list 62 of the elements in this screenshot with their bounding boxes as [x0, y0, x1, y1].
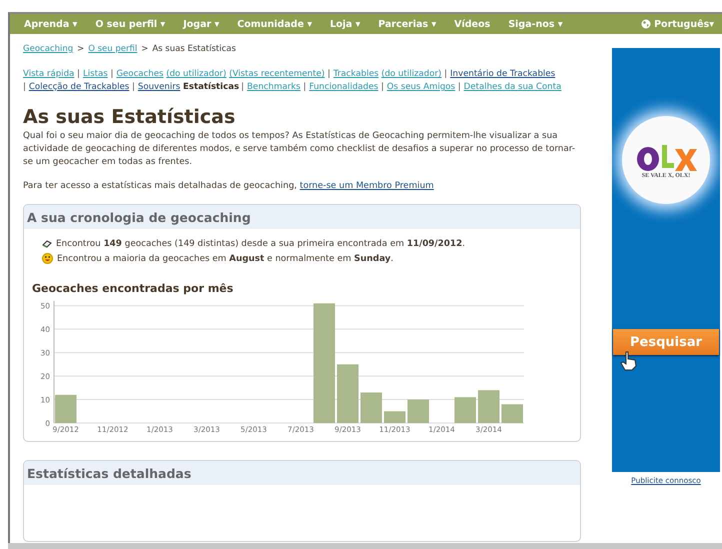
panel-heading: Estatísticas detalhadas	[24, 461, 580, 485]
bar	[478, 390, 500, 423]
nav-menu-item[interactable]: Aprenda ▾	[24, 18, 78, 30]
bar	[360, 392, 382, 423]
link-separator: |	[327, 69, 330, 79]
link-separator: |	[132, 82, 135, 92]
link-separator: |	[444, 69, 448, 79]
smiley-icon	[42, 253, 53, 264]
nav-menu-item[interactable]: Loja ▾	[330, 18, 360, 30]
search-ad-button[interactable]: Pesquisar	[613, 329, 719, 355]
profile-link[interactable]: Funcionalidades	[309, 82, 378, 92]
profile-link[interactable]: Trackables	[333, 69, 379, 79]
breadcrumb-link[interactable]: Geocaching	[23, 44, 74, 54]
language-menu[interactable]: Português▾	[641, 18, 714, 30]
profile-link[interactable]: Listas	[82, 69, 108, 79]
nav-menu-item[interactable]: Siga-nos ▾	[508, 18, 563, 30]
profile-link[interactable]: Colecção de Trackables	[28, 82, 130, 92]
profile-link[interactable]: Detalhes da sua Conta	[464, 82, 562, 92]
horizontal-scrollbar[interactable]	[8, 543, 722, 549]
profile-link[interactable]: (do utilizador)	[381, 69, 442, 79]
current-page-label: Estatísticas	[183, 82, 240, 92]
eraser-icon	[42, 239, 52, 249]
bar	[55, 394, 76, 423]
premium-text: Para ter acesso a estatísticas mais detalhadas de geocaching, torne-se um Membro Premium	[23, 181, 435, 191]
stat-text: Encontrou a maioria da geocaches em August e normalmente em Sunday.	[57, 254, 394, 264]
profile-link[interactable]: Os seus Amigos	[386, 82, 456, 92]
breadcrumb-link[interactable]: O seu perfil	[88, 44, 138, 54]
link-separator: |	[303, 82, 306, 92]
panel-heading: A sua cronologia de geocaching	[24, 205, 580, 229]
page-title: As suas Estatísticas	[23, 106, 236, 128]
profile-link[interactable]: Geocaches	[116, 69, 164, 79]
profile-link[interactable]: Benchmarks	[247, 82, 300, 92]
intro-text: Qual foi o seu maior dia de geocaching de todos os tempos? As Estatísticas de Geocaching permitem-lhe visualizar a sua actividade de geocaching de diferentes modos, e serve também como checklist de desafios a superar no processo de tornar-se um geocacher em todas as frentes.	[23, 130, 576, 169]
globe-icon	[641, 19, 652, 29]
stat-text: Encontrou 149 geocaches (149 distintas) desde a sua primeira encontrada em 11/09/2012.	[56, 239, 466, 249]
premium-link[interactable]: torne-se um Membro Premium	[300, 181, 434, 191]
bar	[408, 400, 429, 423]
profile-link[interactable]: Souvenirs	[138, 82, 180, 92]
link-separator: |	[241, 82, 244, 92]
profile-link[interactable]: Inventário de Trackables	[450, 69, 556, 79]
breadcrumb-separator: >	[141, 44, 148, 54]
nav-menu-item[interactable]: Jogar ▾	[183, 18, 220, 30]
profile-link[interactable]: (do utilizador)	[166, 69, 226, 79]
nav-menu-item[interactable]: Vídeos	[454, 18, 490, 30]
bar	[384, 411, 406, 423]
nav-menu-item[interactable]: Parcerias ▾	[378, 18, 436, 30]
link-separator: |	[23, 82, 26, 92]
breadcrumb-separator: >	[77, 44, 84, 54]
bar	[454, 397, 476, 423]
chart-title: Geocaches encontradas por mês	[32, 282, 234, 295]
link-separator: |	[381, 82, 384, 92]
link-separator: |	[110, 69, 114, 79]
profile-link[interactable]: (Vistas recentemente)	[229, 69, 325, 79]
hand-cursor-icon	[620, 351, 638, 371]
nav-menu-item[interactable]: Comunidade ▾	[237, 18, 312, 30]
link-separator: |	[458, 82, 461, 92]
bar	[502, 404, 523, 423]
link-separator: |	[77, 69, 80, 79]
bar	[337, 364, 358, 423]
nav-menu-item[interactable]: O seu perfil ▾	[95, 18, 166, 30]
breadcrumb-current: As suas Estatísticas	[152, 44, 236, 54]
profile-link[interactable]: Vista rápida	[23, 69, 74, 79]
